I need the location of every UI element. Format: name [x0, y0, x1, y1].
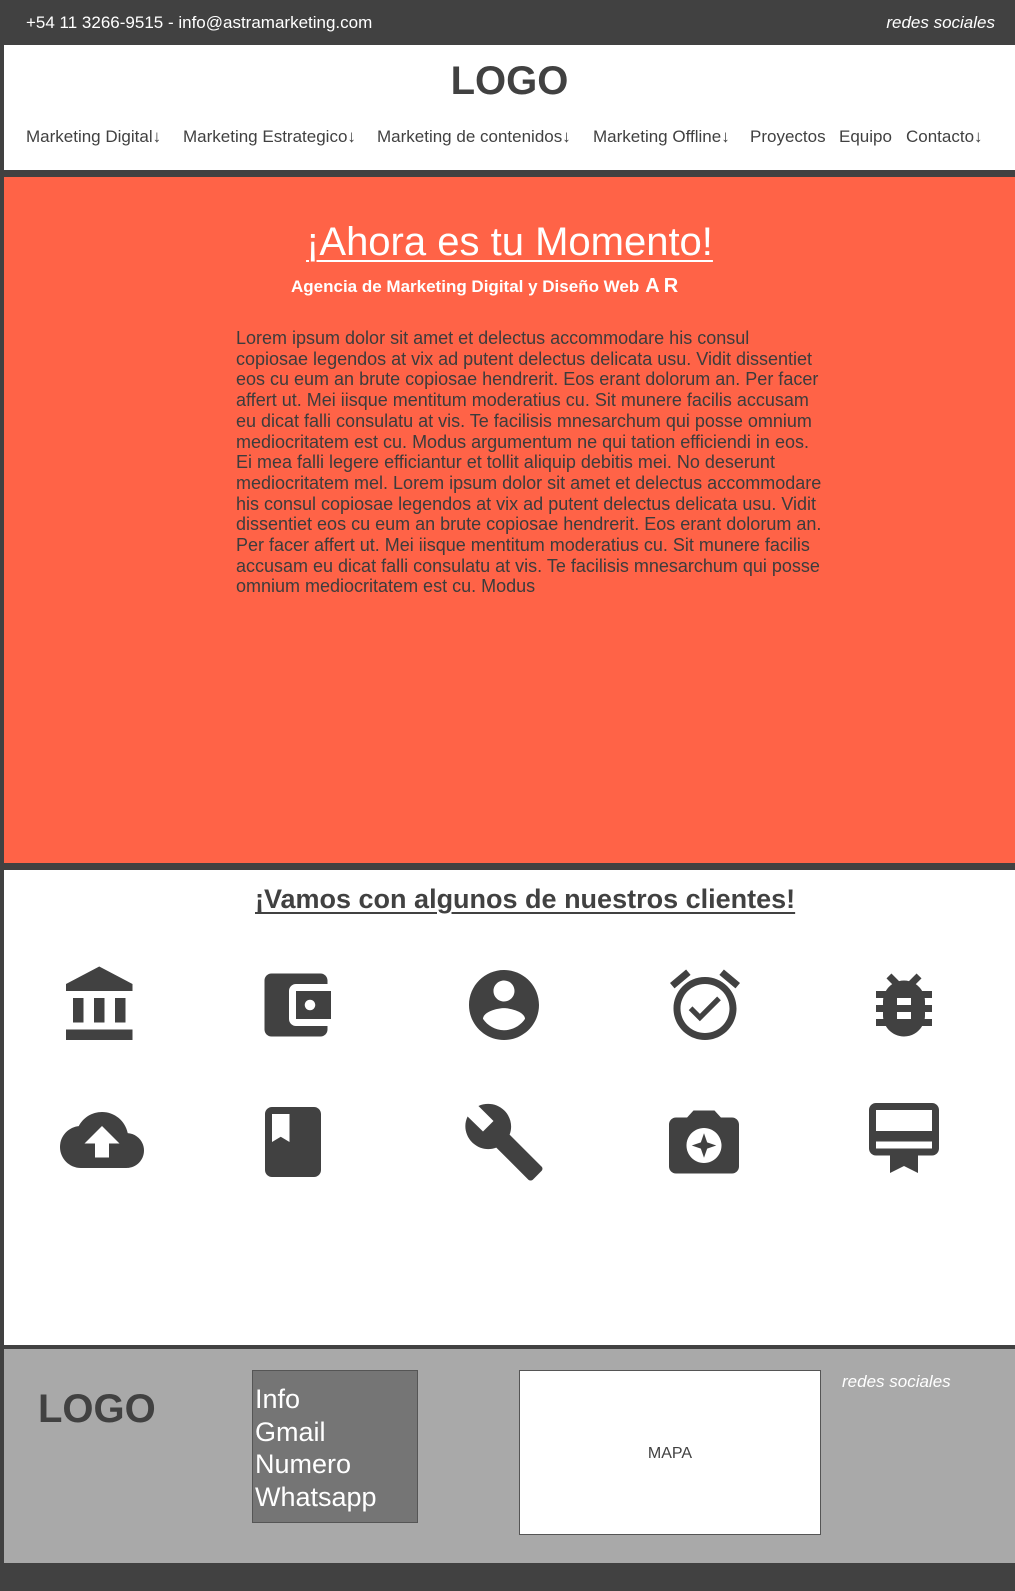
alarm-check-icon[interactable]	[663, 963, 747, 1047]
site-footer: LOGO Info Gmail Numero Whatsapp MAPA red…	[4, 1349, 1015, 1563]
nav-item-marketing-digital[interactable]: Marketing Digital↓	[26, 127, 161, 147]
nav-item-marketing-contenidos[interactable]: Marketing de contenidos↓	[377, 127, 571, 147]
user-circle-icon[interactable]	[462, 963, 546, 1047]
clients-heading: ¡Vamos con algunos de nuestros clientes!	[255, 884, 796, 914]
top-bar: +54 11 3266-9515 - info@astramarketing.c…	[0, 0, 1015, 45]
main-nav: Marketing Digital↓ Marketing Estrategico…	[4, 127, 1015, 147]
book-icon[interactable]	[251, 1100, 335, 1184]
hero-subtitle-mark: AR	[645, 275, 683, 297]
footer-social-links[interactable]: redes sociales	[842, 1372, 951, 1392]
map-label: MAPA	[647, 1445, 693, 1462]
camera-icon[interactable]	[662, 1100, 746, 1184]
bank-icon[interactable]	[59, 963, 143, 1047]
nav-item-marketing-estrategico[interactable]: Marketing Estrategico↓	[183, 127, 356, 147]
footer-info-item-whatsapp[interactable]: Whatsapp	[255, 1481, 417, 1514]
card-membership-icon[interactable]	[862, 1096, 946, 1180]
site-header: LOGO Marketing Digital↓ Marketing Estrat…	[4, 45, 1015, 170]
nav-item-proyectos[interactable]: Proyectos	[750, 127, 826, 147]
cloud-upload-icon[interactable]	[60, 1098, 144, 1182]
wrench-icon[interactable]	[462, 1100, 546, 1184]
nav-item-marketing-offline[interactable]: Marketing Offline↓	[593, 127, 730, 147]
hero-subtitle-text: Agencia de Marketing Digital y Diseño We…	[291, 277, 640, 296]
hero-subtitle: Agencia de Marketing Digital y Diseño We…	[291, 275, 682, 298]
hero-body-text: Lorem ipsum dolor sit amet et delectus a…	[236, 328, 822, 597]
hero-section: ¡Ahora es tu Momento! Agencia de Marketi…	[4, 177, 1015, 863]
hero-title: ¡Ahora es tu Momento!	[306, 220, 713, 264]
contact-info[interactable]: +54 11 3266-9515 - info@astramarketing.c…	[26, 13, 372, 33]
clients-section: ¡Vamos con algunos de nuestros clientes!	[4, 870, 1015, 1345]
footer-map[interactable]: MAPA	[519, 1370, 821, 1535]
social-links[interactable]: redes sociales	[886, 13, 995, 33]
footer-info-item-numero[interactable]: Numero	[255, 1448, 417, 1481]
footer-info-item-info[interactable]: Info	[255, 1383, 417, 1416]
footer-info-item-gmail[interactable]: Gmail	[255, 1416, 417, 1449]
nav-item-contacto[interactable]: Contacto↓	[906, 127, 983, 147]
wallet-icon[interactable]	[254, 963, 338, 1047]
footer-info-box: Info Gmail Numero Whatsapp	[252, 1370, 418, 1523]
footer-logo[interactable]: LOGO	[38, 1387, 156, 1432]
bug-icon[interactable]	[862, 963, 946, 1047]
nav-item-equipo[interactable]: Equipo	[839, 127, 892, 147]
site-logo[interactable]: LOGO	[4, 59, 1015, 104]
